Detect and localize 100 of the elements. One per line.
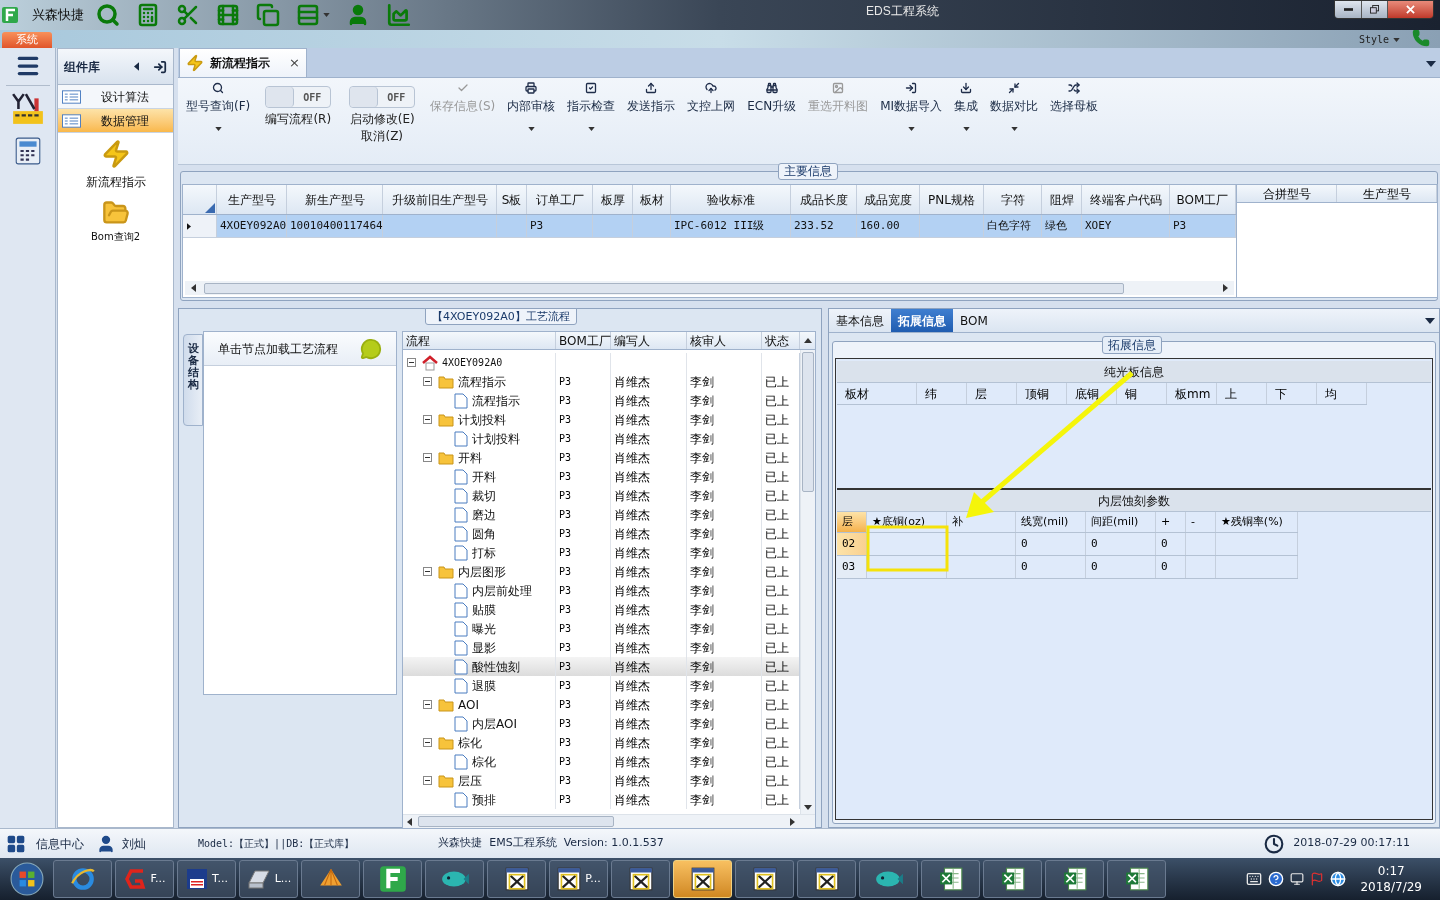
style-menu[interactable]: Style: [1358, 32, 1400, 47]
tree-row[interactable]: 圆角 P3 肖维杰 李剑 已上: [403, 524, 800, 543]
taskbar-button[interactable]: F...: [115, 860, 174, 898]
expander-icon[interactable]: [423, 377, 432, 386]
taskbar-button[interactable]: [1045, 860, 1104, 898]
horizontal-scrollbar[interactable]: [185, 281, 1234, 295]
table-row[interactable]: 4XOEY092A0 10010400117464 P3 IPC-6012 III级 233.52 160.00 白色字符 绿色 XOEY P3: [183, 215, 1236, 238]
toolbar-button[interactable]: 型号查询(F): [182, 78, 255, 113]
scroll-right-icon[interactable]: [790, 817, 795, 826]
tree-row[interactable]: 层压 P3 肖维杰 李剑 已上: [403, 771, 800, 790]
scroll-thumb[interactable]: [204, 282, 1124, 294]
row-header[interactable]: 02: [837, 533, 867, 556]
scroll-left-icon[interactable]: [191, 284, 196, 292]
row-header[interactable]: 03: [837, 556, 867, 579]
dropdown-caret-icon[interactable]: [1426, 61, 1436, 67]
toggle-switch[interactable]: OFF: [349, 86, 416, 108]
expander-icon[interactable]: [423, 700, 432, 709]
toolbar-button[interactable]: 内部审核: [503, 78, 560, 113]
taskbar-button[interactable]: L...: [239, 860, 298, 898]
dropdown-caret-icon[interactable]: [1425, 317, 1435, 324]
toolbar-button[interactable]: 选择母板: [1046, 78, 1103, 113]
scroll-left-icon[interactable]: [407, 817, 412, 826]
tree-row[interactable]: 4XOEY092A0: [403, 353, 800, 372]
scroll-down-icon[interactable]: [804, 805, 812, 810]
toolbar-button[interactable]: 指示检查: [563, 78, 620, 113]
phone-icon[interactable]: [1412, 29, 1430, 47]
toolbar-button[interactable]: 发送指示: [623, 78, 680, 113]
close-tab-button[interactable]: ×: [289, 53, 300, 73]
taskbar-button[interactable]: T...: [177, 860, 236, 898]
library-item[interactable]: 设计算法: [58, 85, 173, 109]
maximize-button[interactable]: [1361, 1, 1387, 18]
collapse-left-icon[interactable]: [134, 62, 139, 71]
info-center-label[interactable]: 信息中心: [36, 834, 84, 853]
expander-icon[interactable]: [423, 415, 432, 424]
expander-icon[interactable]: [423, 776, 432, 785]
tree-row[interactable]: AOI P3 肖维杰 李剑 已上: [403, 695, 800, 714]
tree-row[interactable]: 开料 P3 肖维杰 李剑 已上: [403, 467, 800, 486]
toolbar-button[interactable]: 数据对比: [986, 78, 1043, 113]
expander-icon[interactable]: [423, 453, 432, 462]
tree-row[interactable]: 内层AOI P3 肖维杰 李剑 已上: [403, 714, 800, 733]
vertical-scrollbar[interactable]: [800, 350, 815, 814]
taskbar-button[interactable]: [363, 860, 422, 898]
help-icon[interactable]: [1268, 871, 1285, 887]
taskbar-button[interactable]: [983, 860, 1042, 898]
horizontal-scrollbar[interactable]: [403, 814, 815, 828]
tree-row[interactable]: 棕化 P3 肖维杰 李剑 已上: [403, 752, 800, 771]
tree-row[interactable]: 打标 P3 肖维杰 李剑 已上: [403, 543, 800, 562]
expander-icon[interactable]: [407, 358, 416, 367]
tree-row[interactable]: 贴膜 P3 肖维杰 李剑 已上: [403, 600, 800, 619]
side-tab[interactable]: 设备结构: [183, 334, 203, 426]
keyboard-icon[interactable]: [1246, 871, 1263, 887]
tree-row[interactable]: 内层前处理 P3 肖维杰 李剑 已上: [403, 581, 800, 600]
scroll-right-icon[interactable]: [1223, 284, 1228, 292]
library-item[interactable]: 数据管理: [58, 109, 173, 133]
flag-icon[interactable]: [1310, 872, 1325, 886]
tree-row[interactable]: 开料 P3 肖维杰 李剑 已上: [403, 448, 800, 467]
detail-tab[interactable]: 拓展信息: [891, 309, 953, 332]
search-icon[interactable]: [96, 3, 120, 27]
expander-icon[interactable]: [423, 738, 432, 747]
tool-item[interactable]: Bom查询2: [90, 199, 141, 244]
close-button[interactable]: [1387, 1, 1433, 18]
minimize-button[interactable]: [1335, 1, 1361, 18]
toolbar-button[interactable]: MI数据导入: [876, 78, 947, 113]
tree-row[interactable]: 棕化 P3 肖维杰 李剑 已上: [403, 733, 800, 752]
tree-row[interactable]: 流程指示 P3 肖维杰 李剑 已上: [403, 372, 800, 391]
toolbar-button[interactable]: 集成: [950, 78, 983, 113]
globe-icon[interactable]: [1330, 871, 1347, 887]
taskbar-button[interactable]: [487, 860, 546, 898]
monitor-icon[interactable]: [1290, 872, 1305, 886]
document-tab[interactable]: 新流程指示 ×: [179, 48, 307, 77]
factory-icon[interactable]: [10, 92, 45, 126]
pin-icon[interactable]: [153, 59, 167, 74]
detail-tab[interactable]: 基本信息: [829, 309, 891, 332]
taskbar-button[interactable]: [611, 860, 670, 898]
taskbar-button[interactable]: [921, 860, 980, 898]
taskbar-button[interactable]: P...: [549, 860, 608, 898]
tool-item[interactable]: 新流程指示: [85, 139, 146, 191]
tree-row[interactable]: 退膜 P3 肖维杰 李剑 已上: [403, 676, 800, 695]
tree-row[interactable]: 流程指示 P3 肖维杰 李剑 已上: [403, 391, 800, 410]
tree-row[interactable]: 计划投料 P3 肖维杰 李剑 已上: [403, 429, 800, 448]
toolbar-button[interactable]: ECN升级: [743, 78, 801, 113]
scroll-thumb[interactable]: [802, 352, 814, 492]
grid-icon[interactable]: [6, 833, 26, 854]
detail-tab[interactable]: BOM: [953, 309, 995, 332]
tree-row[interactable]: 内层图形 P3 肖维杰 李剑 已上: [403, 562, 800, 581]
tree-row[interactable]: 曝光 P3 肖维杰 李剑 已上: [403, 619, 800, 638]
toolbar-button[interactable]: 文控上网: [683, 78, 740, 113]
tree-row[interactable]: 裁切 P3 肖维杰 李剑 已上: [403, 486, 800, 505]
tree-row[interactable]: 酸性蚀刻 P3 肖维杰 李剑 已上: [403, 657, 800, 676]
taskbar-button[interactable]: [735, 860, 794, 898]
scroll-thumb[interactable]: [418, 816, 614, 827]
scroll-up-icon[interactable]: [803, 338, 812, 343]
expander-icon[interactable]: [423, 567, 432, 576]
tree-row[interactable]: 计划投料 P3 肖维杰 李剑 已上: [403, 410, 800, 429]
toggle-switch[interactable]: OFF: [265, 86, 332, 108]
corner-icon[interactable]: [205, 203, 215, 213]
tree-row[interactable]: 磨边 P3 肖维杰 李剑 已上: [403, 505, 800, 524]
taskbar-button[interactable]: [797, 860, 856, 898]
taskbar-button[interactable]: [1107, 860, 1166, 898]
tree-row[interactable]: 预排 P3 肖维杰 李剑 已上: [403, 790, 800, 809]
